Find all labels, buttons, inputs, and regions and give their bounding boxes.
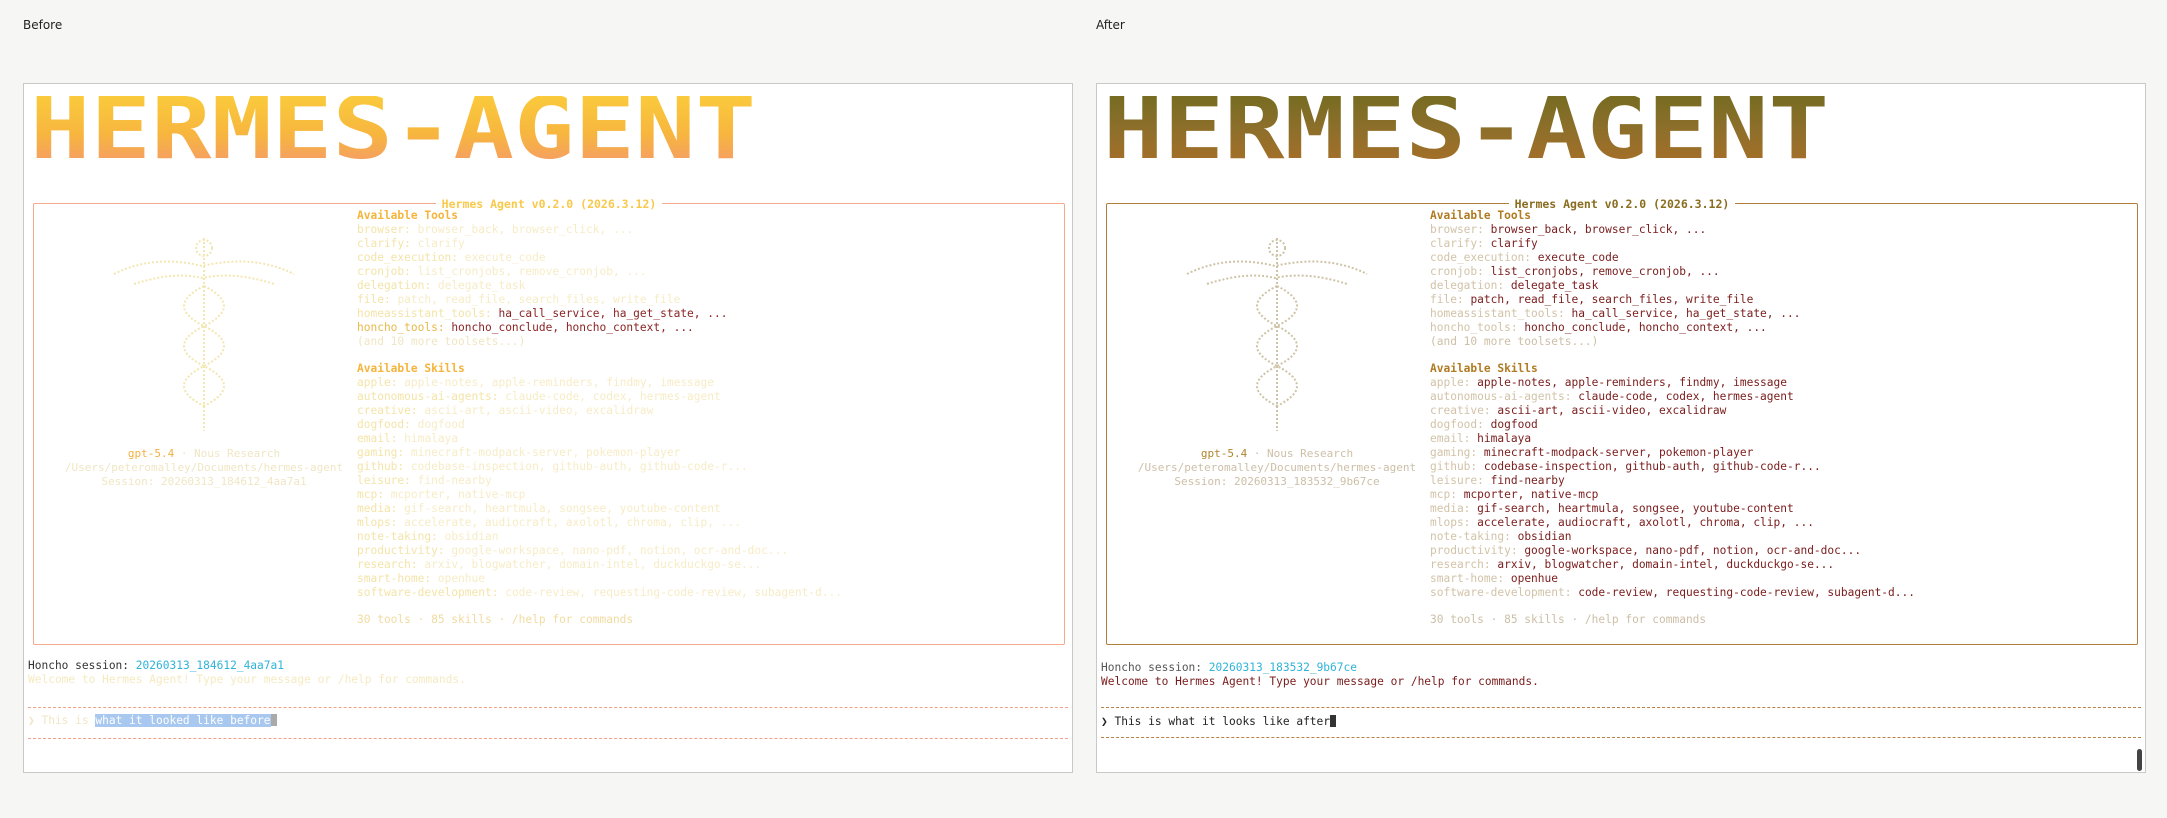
skill-row: mlops: accelerate, audiocraft, axolotl, …	[1430, 516, 1814, 529]
prompt-input[interactable]: ❯ This is what it looked like before	[28, 714, 277, 728]
tool-row: honcho_tools: honcho_conclude, honcho_co…	[1430, 321, 1767, 334]
welcome-banner-box: Hermes Agent v0.2.0 (2026.3.12) gpt-5.4 …	[1106, 197, 2138, 645]
skill-row: creative: ascii-art, ascii-video, excali…	[1430, 404, 1727, 417]
caduceus-ascii-icon	[113, 238, 295, 431]
svg-text:HERMES-AGENT: HERMES-AGENT	[1103, 96, 1829, 166]
working-directory: /Users/peteromalley/Documents/hermes-age…	[64, 461, 344, 474]
skill-row: productivity: google-workspace, nano-pdf…	[357, 544, 789, 557]
skills-header: Available Skills	[357, 362, 465, 375]
caduceus-ascii-icon	[1186, 238, 1368, 431]
tools-header: Available Tools	[357, 209, 459, 222]
skill-row: smart-home: openhue	[1430, 572, 1558, 585]
text-cursor	[270, 714, 277, 726]
skill-row: github: codebase-inspection, github-auth…	[1430, 460, 1821, 473]
skill-row: software-development: code-review, reque…	[357, 586, 842, 599]
tool-row: homeassistant_tools: ha_call_service, ha…	[357, 307, 728, 320]
welcome-message: Welcome to Hermes Agent! Type your messa…	[28, 673, 466, 686]
skill-row: dogfood: dogfood	[357, 418, 465, 431]
before-terminal: HERMES-AGENT Hermes Agent v0.2.0 (2026.3…	[23, 83, 1073, 773]
skill-row: leisure: find-nearby	[357, 474, 492, 487]
tool-row: file: patch, read_file, search_files, wr…	[357, 293, 681, 306]
banner-footer: 30 tools · 85 skills · /help for command…	[357, 613, 634, 626]
skill-row: autonomous-ai-agents: claude-code, codex…	[357, 390, 721, 403]
honcho-session-line: Honcho session: 20260313_183532_9b67ce	[1101, 661, 1357, 674]
more-toolsets: (and 10 more toolsets...)	[357, 335, 526, 348]
tool-row: delegation: delegate_task	[357, 279, 526, 292]
skill-row: smart-home: openhue	[357, 572, 485, 585]
after-caption: After	[1096, 18, 1125, 32]
tool-row: honcho_tools: honcho_conclude, honcho_co…	[357, 321, 694, 334]
session-label: Session: 20260313_184612_4aa7a1	[101, 475, 307, 488]
svg-text:HERMES-AGENT: HERMES-AGENT	[30, 96, 756, 166]
prompt-divider-top	[28, 707, 1068, 708]
more-toolsets: (and 10 more toolsets...)	[1430, 335, 1599, 348]
tool-row: clarify: clarify	[1430, 237, 1538, 250]
skill-row: leisure: find-nearby	[1430, 474, 1565, 487]
skills-header: Available Skills	[1430, 362, 1538, 375]
skill-row: gaming: minecraft-modpack-server, pokemo…	[1430, 446, 1754, 459]
honcho-session-id[interactable]: 20260313_184612_4aa7a1	[136, 659, 284, 672]
welcome-banner-box: Hermes Agent v0.2.0 (2026.3.12) gpt-5.4 …	[33, 197, 1065, 645]
skill-row: dogfood: dogfood	[1430, 418, 1538, 431]
tool-row: code_execution: execute_code	[1430, 251, 1619, 264]
skill-row: research: arxiv, blogwatcher, domain-int…	[1430, 558, 1835, 571]
before-caption: Before	[23, 18, 63, 32]
selected-text: what it looked like before	[95, 714, 271, 727]
model-info: gpt-5.4 · Nous Research /Users/peteromal…	[1107, 447, 1447, 489]
skill-row: media: gif-search, heartmula, songsee, y…	[357, 502, 721, 515]
skill-row: apple: apple-notes, apple-reminders, fin…	[357, 376, 715, 389]
prompt-divider-bottom	[1101, 737, 2141, 738]
honcho-session-id[interactable]: 20260313_183532_9b67ce	[1209, 661, 1357, 674]
tools-skills-list: Available Tools browser: browser_back, b…	[357, 209, 1057, 627]
tools-skills-list: Available Tools browser: browser_back, b…	[1430, 209, 2130, 627]
tool-row: browser: browser_back, browser_click, ..…	[357, 223, 634, 236]
skill-row: autonomous-ai-agents: claude-code, codex…	[1430, 390, 1794, 403]
skill-row: apple: apple-notes, apple-reminders, fin…	[1430, 376, 1788, 389]
skill-row: email: himalaya	[1430, 432, 1532, 445]
after-terminal: HERMES-AGENT Hermes Agent v0.2.0 (2026.3…	[1096, 83, 2146, 773]
text-cursor	[1330, 715, 1337, 727]
prompt-divider-top	[1101, 707, 2141, 708]
skill-row: note-taking: obsidian	[357, 530, 499, 543]
skill-row: productivity: google-workspace, nano-pdf…	[1430, 544, 1862, 557]
skill-row: software-development: code-review, reque…	[1430, 586, 1915, 599]
tool-row: cronjob: list_cronjobs, remove_cronjob, …	[1430, 265, 1720, 278]
model-name: gpt-5.4	[127, 447, 175, 460]
model-info: gpt-5.4 · Nous Research /Users/peteromal…	[34, 447, 374, 489]
tool-row: clarify: clarify	[357, 237, 465, 250]
prompt-input[interactable]: ❯ This is what it looks like after	[1101, 715, 1337, 729]
skill-row: email: himalaya	[357, 432, 459, 445]
skill-row: media: gif-search, heartmula, songsee, y…	[1430, 502, 1794, 515]
tool-row: delegation: delegate_task	[1430, 279, 1599, 292]
prompt-divider-bottom	[28, 738, 1068, 739]
hermes-agent-logo-after: HERMES-AGENT	[1103, 96, 1829, 166]
session-label: Session: 20260313_183532_9b67ce	[1174, 475, 1380, 488]
skill-row: gaming: minecraft-modpack-server, pokemo…	[357, 446, 681, 459]
honcho-session-line: Honcho session: 20260313_184612_4aa7a1	[28, 659, 284, 672]
tool-row: browser: browser_back, browser_click, ..…	[1430, 223, 1707, 236]
skill-row: research: arxiv, blogwatcher, domain-int…	[357, 558, 762, 571]
skill-row: note-taking: obsidian	[1430, 530, 1572, 543]
skill-row: creative: ascii-art, ascii-video, excali…	[357, 404, 654, 417]
banner-footer: 30 tools · 85 skills · /help for command…	[1430, 613, 1707, 626]
skill-row: mlops: accelerate, audiocraft, axolotl, …	[357, 516, 741, 529]
scrollbar-thumb[interactable]	[2137, 749, 2142, 771]
tool-row: cronjob: list_cronjobs, remove_cronjob, …	[357, 265, 647, 278]
skill-row: mcp: mcporter, native-mcp	[357, 488, 526, 501]
skill-row: github: codebase-inspection, github-auth…	[357, 460, 748, 473]
working-directory: /Users/peteromalley/Documents/hermes-age…	[1137, 461, 1417, 474]
skill-row: mcp: mcporter, native-mcp	[1430, 488, 1599, 501]
tool-row: file: patch, read_file, search_files, wr…	[1430, 293, 1754, 306]
hermes-agent-logo-before: HERMES-AGENT	[30, 96, 756, 166]
tool-row: homeassistant_tools: ha_call_service, ha…	[1430, 307, 1801, 320]
tool-row: code_execution: execute_code	[357, 251, 546, 264]
model-name: gpt-5.4	[1200, 447, 1248, 460]
tools-header: Available Tools	[1430, 209, 1532, 222]
welcome-message: Welcome to Hermes Agent! Type your messa…	[1101, 675, 1539, 688]
